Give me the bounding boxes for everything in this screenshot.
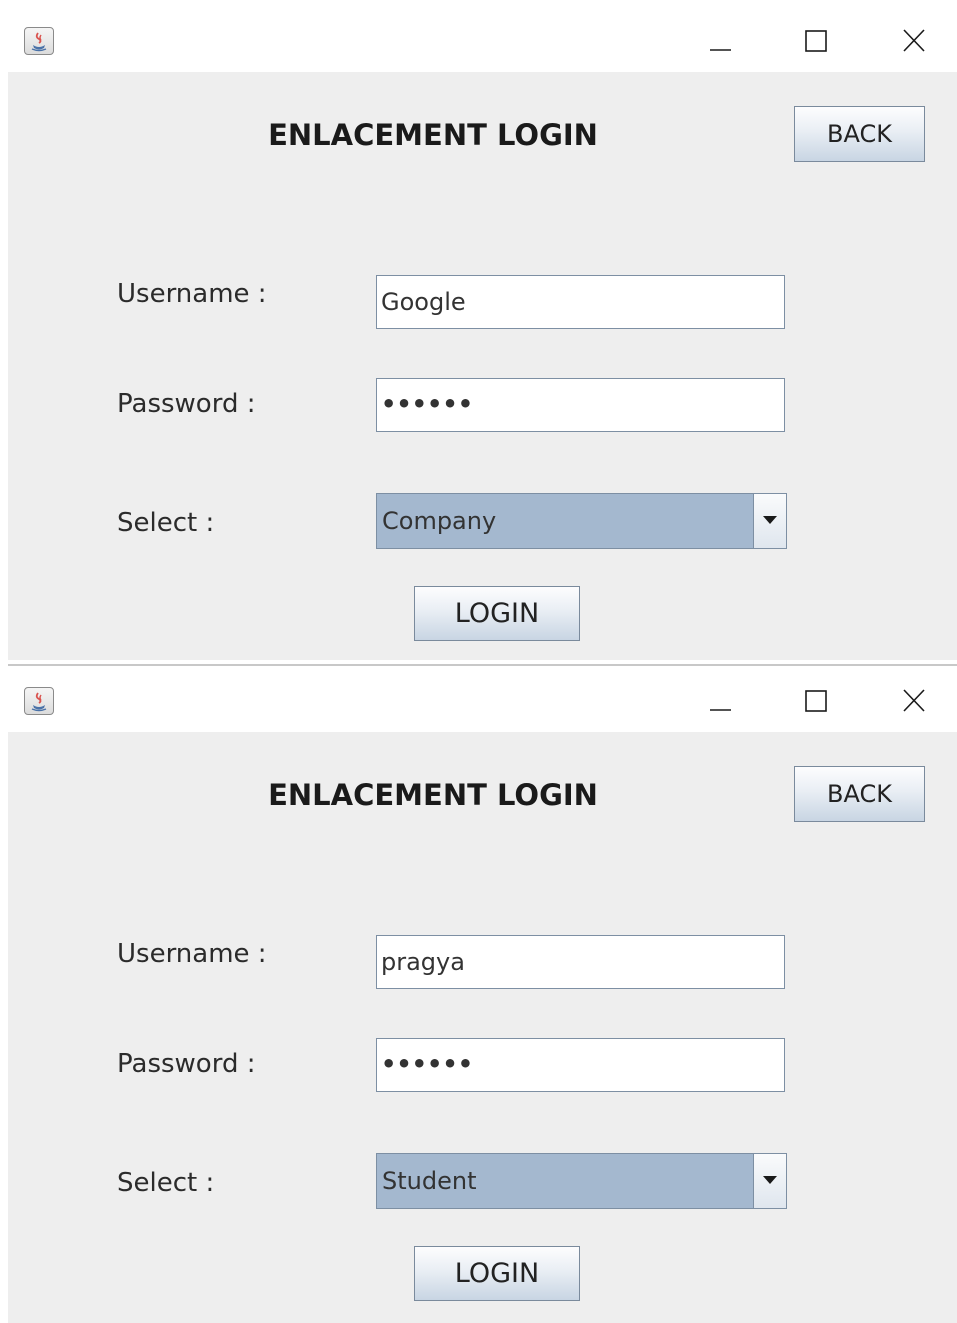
password-label: Password :	[117, 389, 256, 419]
role-select-value: Student	[382, 1167, 477, 1195]
role-select-value: Company	[382, 507, 497, 535]
page-title: ENLACEMENT LOGIN	[268, 778, 598, 812]
back-button[interactable]: BACK	[794, 766, 925, 822]
java-app-icon[interactable]	[24, 27, 54, 55]
select-label: Select :	[117, 508, 215, 538]
username-field[interactable]: Google	[376, 275, 785, 329]
back-button[interactable]: BACK	[794, 106, 925, 162]
select-label: Select :	[117, 1168, 215, 1198]
login-window-2: ENLACEMENT LOGIN BACK Username : pragya …	[8, 670, 957, 1323]
login-button[interactable]: LOGIN	[414, 1246, 580, 1301]
maximize-icon[interactable]	[794, 680, 838, 722]
minimize-icon[interactable]	[698, 20, 742, 62]
role-select[interactable]: Company	[376, 493, 787, 549]
close-icon[interactable]	[892, 20, 936, 62]
username-field[interactable]: pragya	[376, 935, 785, 989]
separator-line	[8, 664, 957, 666]
minimize-icon[interactable]	[698, 680, 742, 722]
login-window-1: ENLACEMENT LOGIN BACK Username : Google …	[8, 10, 957, 660]
password-field[interactable]: ••••••	[376, 1038, 785, 1092]
java-app-icon[interactable]	[24, 687, 54, 715]
username-label: Username :	[117, 279, 267, 309]
page-title: ENLACEMENT LOGIN	[268, 118, 598, 152]
role-select[interactable]: Student	[376, 1153, 787, 1209]
username-label: Username :	[117, 939, 267, 969]
title-bar	[8, 10, 957, 72]
dropdown-arrow-icon[interactable]	[753, 1154, 786, 1208]
dropdown-arrow-icon[interactable]	[753, 494, 786, 548]
login-button[interactable]: LOGIN	[414, 586, 580, 641]
title-bar	[8, 670, 957, 732]
maximize-icon[interactable]	[794, 20, 838, 62]
password-label: Password :	[117, 1049, 256, 1079]
close-icon[interactable]	[892, 680, 936, 722]
password-field[interactable]: ••••••	[376, 378, 785, 432]
